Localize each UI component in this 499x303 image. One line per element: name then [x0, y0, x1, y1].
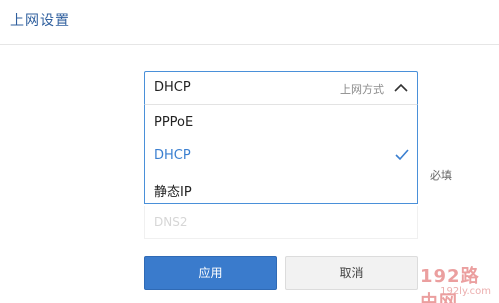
connection-type-dropdown: PPPoE DHCP 静态IP — [144, 104, 418, 204]
chevron-up-icon[interactable] — [393, 81, 409, 95]
dns2-input[interactable] — [145, 206, 417, 238]
option-label: 静态IP — [154, 185, 192, 200]
connection-type-select[interactable]: DHCP 上网方式 — [144, 71, 418, 105]
option-static-ip[interactable]: 静态IP — [145, 172, 417, 205]
option-pppoe[interactable]: PPPoE — [145, 106, 417, 139]
select-caption: 上网方式 — [340, 83, 384, 96]
dns2-field[interactable] — [144, 206, 418, 239]
option-dhcp[interactable]: DHCP — [145, 139, 417, 172]
required-hint: 必填 — [430, 169, 452, 182]
watermark-sub: 192ly.com — [440, 286, 491, 297]
option-label: DHCP — [154, 148, 191, 163]
apply-button[interactable]: 应用 — [144, 256, 277, 290]
option-label: PPPoE — [154, 115, 194, 130]
title-divider — [0, 44, 499, 45]
page-title: 上网设置 — [10, 13, 70, 29]
watermark: 192路由网 192ly.com — [420, 262, 499, 303]
cancel-button[interactable]: 取消 — [285, 256, 418, 290]
select-current-value: DHCP — [154, 80, 191, 95]
check-icon — [395, 149, 409, 161]
